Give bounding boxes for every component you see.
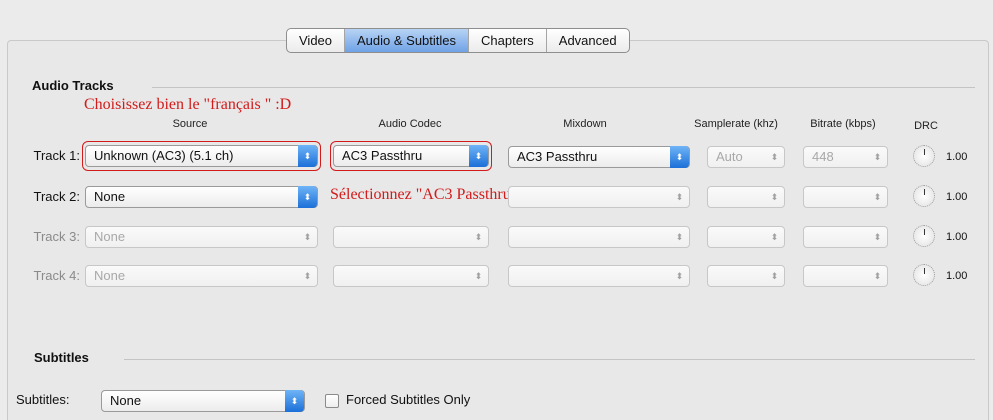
track-3-mixdown-popup[interactable]: ⬍: [508, 226, 690, 248]
column-source: Source: [172, 118, 208, 130]
track-1-samplerate-value: Auto: [716, 149, 743, 164]
audio-tracks-title: Audio Tracks: [32, 78, 114, 93]
popup-arrows-icon: ⬍: [675, 192, 684, 202]
track-1-drc-value: 1.00: [946, 151, 968, 163]
subtitles-label: Subtitles:: [16, 392, 70, 407]
highlight-source: [82, 141, 321, 171]
track-4-source-value: None: [94, 268, 126, 283]
column-bitrate: Bitrate (kbps): [810, 118, 876, 130]
popup-arrows-icon: ⬍: [873, 271, 882, 281]
track-1-label: Track 1:: [33, 148, 80, 163]
popup-arrows-icon: ⬍: [298, 186, 317, 208]
track-3-drc-value: 1.00: [946, 231, 968, 243]
column-audio-codec: Audio Codec: [378, 118, 442, 130]
column-samplerate: Samplerate (khz): [694, 118, 778, 130]
popup-arrows-icon: ⬍: [770, 192, 779, 202]
tab-video[interactable]: Video: [287, 29, 344, 52]
track-3-drc-knob[interactable]: [913, 225, 935, 247]
popup-arrows-icon: ⬍: [770, 232, 779, 242]
popup-arrows-icon: ⬍: [770, 271, 779, 281]
track-1-mixdown-value: AC3 Passthru: [517, 149, 598, 164]
track-2-source-popup[interactable]: None ⬍: [85, 186, 318, 208]
subtitles-popup[interactable]: None ⬍: [101, 390, 305, 412]
track-1-drc-knob[interactable]: [913, 145, 935, 167]
popup-arrows-icon: ⬍: [873, 152, 882, 162]
popup-arrows-icon: ⬍: [303, 232, 312, 242]
track-4-bitrate-popup[interactable]: ⬍: [803, 265, 888, 287]
track-1-bitrate-popup[interactable]: 448 ⬍: [803, 146, 888, 168]
popup-arrows-icon: ⬍: [770, 152, 779, 162]
track-4-drc-value: 1.00: [946, 270, 968, 282]
track-1-mixdown-popup[interactable]: AC3 Passthru ⬍: [508, 146, 690, 168]
subtitles-section-rule: [124, 359, 975, 360]
track-1-samplerate-popup[interactable]: Auto ⬍: [707, 146, 785, 168]
track-3-source-popup[interactable]: None ⬍: [85, 226, 318, 248]
tab-bar: Video Audio & Subtitles Chapters Advance…: [286, 28, 630, 53]
audio-section-rule: [152, 87, 975, 88]
forced-subtitles-label: Forced Subtitles Only: [346, 392, 471, 407]
track-2-mixdown-popup[interactable]: ⬍: [508, 186, 690, 208]
tab-advanced[interactable]: Advanced: [545, 29, 629, 52]
track-3-codec-popup[interactable]: ⬍: [333, 226, 489, 248]
popup-arrows-icon: ⬍: [670, 146, 689, 168]
popup-arrows-icon: ⬍: [873, 192, 882, 202]
subtitles-title: Subtitles: [34, 350, 89, 365]
track-2-samplerate-popup[interactable]: ⬍: [707, 186, 785, 208]
track-2-drc-knob[interactable]: [913, 185, 935, 207]
track-4-codec-popup[interactable]: ⬍: [333, 265, 489, 287]
track-4-drc-knob[interactable]: [913, 264, 935, 286]
highlight-codec: [330, 141, 492, 171]
track-1-bitrate-value: 448: [812, 149, 834, 164]
popup-arrows-icon: ⬍: [285, 390, 304, 412]
annotation-source-note: Choisissez bien le "français " :D: [84, 96, 292, 113]
popup-arrows-icon: ⬍: [675, 232, 684, 242]
annotation-codec-note: Sélectionnez "AC3 Passthru: [330, 186, 511, 203]
track-4-source-popup[interactable]: None ⬍: [85, 265, 318, 287]
track-3-source-value: None: [94, 229, 126, 244]
track-3-samplerate-popup[interactable]: ⬍: [707, 226, 785, 248]
tab-audio-subtitles[interactable]: Audio & Subtitles: [344, 29, 469, 52]
tab-chapters[interactable]: Chapters: [468, 29, 546, 52]
track-2-label: Track 2:: [33, 189, 80, 204]
popup-arrows-icon: ⬍: [303, 271, 312, 281]
column-mixdown: Mixdown: [563, 118, 607, 130]
subtitles-value: None: [110, 393, 142, 408]
track-4-mixdown-popup[interactable]: ⬍: [508, 265, 690, 287]
track-3-label: Track 3:: [33, 229, 80, 244]
track-2-bitrate-popup[interactable]: ⬍: [803, 186, 888, 208]
track-2-drc-value: 1.00: [946, 191, 968, 203]
popup-arrows-icon: ⬍: [474, 232, 483, 242]
track-2-source-value: None: [94, 189, 126, 204]
popup-arrows-icon: ⬍: [873, 232, 882, 242]
forced-subtitles-checkbox[interactable]: [325, 394, 339, 408]
track-3-bitrate-popup[interactable]: ⬍: [803, 226, 888, 248]
popup-arrows-icon: ⬍: [675, 271, 684, 281]
track-4-samplerate-popup[interactable]: ⬍: [707, 265, 785, 287]
track-4-label: Track 4:: [33, 268, 80, 283]
column-drc: DRC: [914, 120, 938, 132]
popup-arrows-icon: ⬍: [474, 271, 483, 281]
